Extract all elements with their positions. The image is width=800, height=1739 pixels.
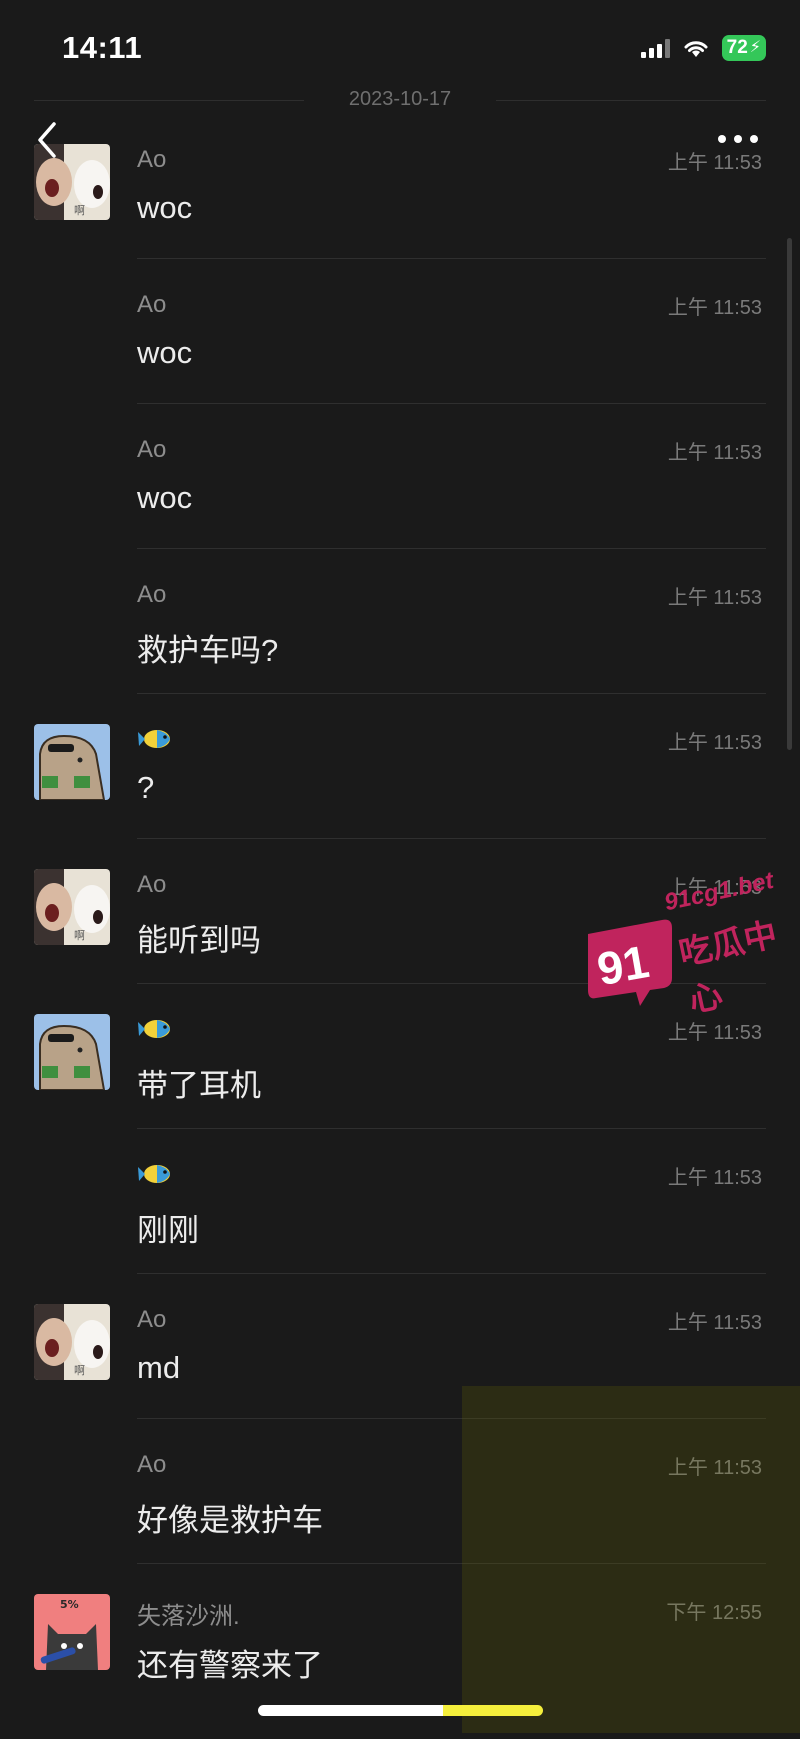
message-item[interactable]: 啊 Ao 上午 11:53 woc (0, 144, 800, 289)
message-text[interactable]: 救护车吗? (137, 625, 278, 670)
fish-emoji-icon (138, 1020, 170, 1038)
chevron-left-icon (38, 122, 56, 158)
highlight-overlay (462, 1386, 800, 1733)
wifi-icon (684, 41, 708, 57)
avatar-ao[interactable]: 啊 (34, 869, 110, 945)
dot-icon (718, 135, 726, 143)
sender-name: Ao (137, 1306, 167, 1333)
avatar-cat[interactable]: 5% (34, 1594, 110, 1670)
message-text[interactable]: 带了耳机 (137, 1060, 261, 1105)
avatar-capybara[interactable] (34, 724, 110, 800)
message-text[interactable]: md (137, 1350, 180, 1386)
avatar-capybara[interactable] (34, 1014, 110, 1090)
home-indicator[interactable] (258, 1705, 543, 1716)
charging-icon: ⚡ (749, 39, 761, 56)
watermark-badge-icon: 91 (588, 919, 672, 1006)
svg-text:啊: 啊 (74, 204, 85, 217)
message-divider (137, 258, 766, 259)
date-separator: 2023-10-17 (0, 86, 800, 114)
message-item[interactable]: Ao 上午 11:53 救护车吗? (0, 579, 800, 724)
sender-name: Ao (137, 291, 167, 318)
message-divider (137, 693, 766, 694)
dot-icon (750, 135, 758, 143)
back-button[interactable] (28, 118, 68, 162)
message-time: 上午 11:53 (667, 587, 762, 609)
sender-name: Ao (137, 871, 167, 898)
signal-icon (640, 38, 670, 58)
status-bar: 14:11 72 ⚡ (0, 0, 800, 90)
message-item[interactable]: Ao 上午 11:53 woc (0, 289, 800, 434)
message-time: 上午 11:53 (667, 732, 762, 754)
watermark: 91 91cg1.bet 吃瓜中心 (580, 867, 790, 1060)
battery-level: 72 (726, 37, 748, 58)
svg-text:啊: 啊 (74, 929, 85, 942)
message-text[interactable]: 还有警察来了 (137, 1640, 323, 1685)
fish-emoji-icon (138, 730, 170, 748)
message-text[interactable]: woc (137, 335, 192, 371)
sender-name: Ao (137, 146, 167, 173)
svg-text:5%: 5% (60, 1598, 79, 1611)
message-divider (137, 1128, 766, 1129)
date-label: 2023-10-17 (348, 88, 452, 110)
message-text[interactable]: 好像是救护车 (137, 1495, 323, 1540)
dot-icon (734, 135, 742, 143)
scrollbar[interactable] (787, 238, 792, 750)
message-text[interactable]: ? (137, 770, 154, 806)
battery-indicator: 72 ⚡ (721, 35, 766, 61)
message-time: 上午 11:53 (667, 297, 762, 319)
message-divider (137, 403, 766, 404)
message-text[interactable]: 能听到吗 (137, 915, 261, 960)
message-divider (137, 1273, 766, 1274)
message-time: 上午 11:53 (667, 152, 762, 174)
message-text[interactable]: woc (137, 480, 192, 516)
message-time: 上午 11:53 (667, 1167, 762, 1189)
message-item[interactable]: Ao 上午 11:53 woc (0, 434, 800, 579)
svg-text:啊: 啊 (74, 1364, 85, 1377)
message-divider (137, 838, 766, 839)
message-text[interactable]: 刚刚 (137, 1205, 199, 1250)
sender-name: 失落沙洲. (137, 1603, 240, 1630)
sender-name: Ao (137, 581, 167, 608)
watermark-label: 吃瓜中心 (675, 915, 781, 1019)
more-options-button[interactable] (714, 128, 762, 150)
message-divider (137, 548, 766, 549)
sender-name: Ao (137, 436, 167, 463)
message-time: 上午 11:53 (667, 442, 762, 464)
system-icons: 72 ⚡ (640, 34, 766, 62)
message-item[interactable]: 上午 11:53 刚刚 (0, 1159, 800, 1304)
status-time: 14:11 (62, 30, 143, 65)
fish-emoji-icon (138, 1165, 170, 1183)
message-item[interactable]: 上午 11:53 ? (0, 724, 800, 869)
sender-name: Ao (137, 1451, 167, 1478)
message-text[interactable]: woc (137, 190, 192, 226)
svg-text:91: 91 (593, 935, 652, 995)
avatar-ao[interactable]: 啊 (34, 1304, 110, 1380)
message-time: 上午 11:53 (667, 1312, 762, 1334)
